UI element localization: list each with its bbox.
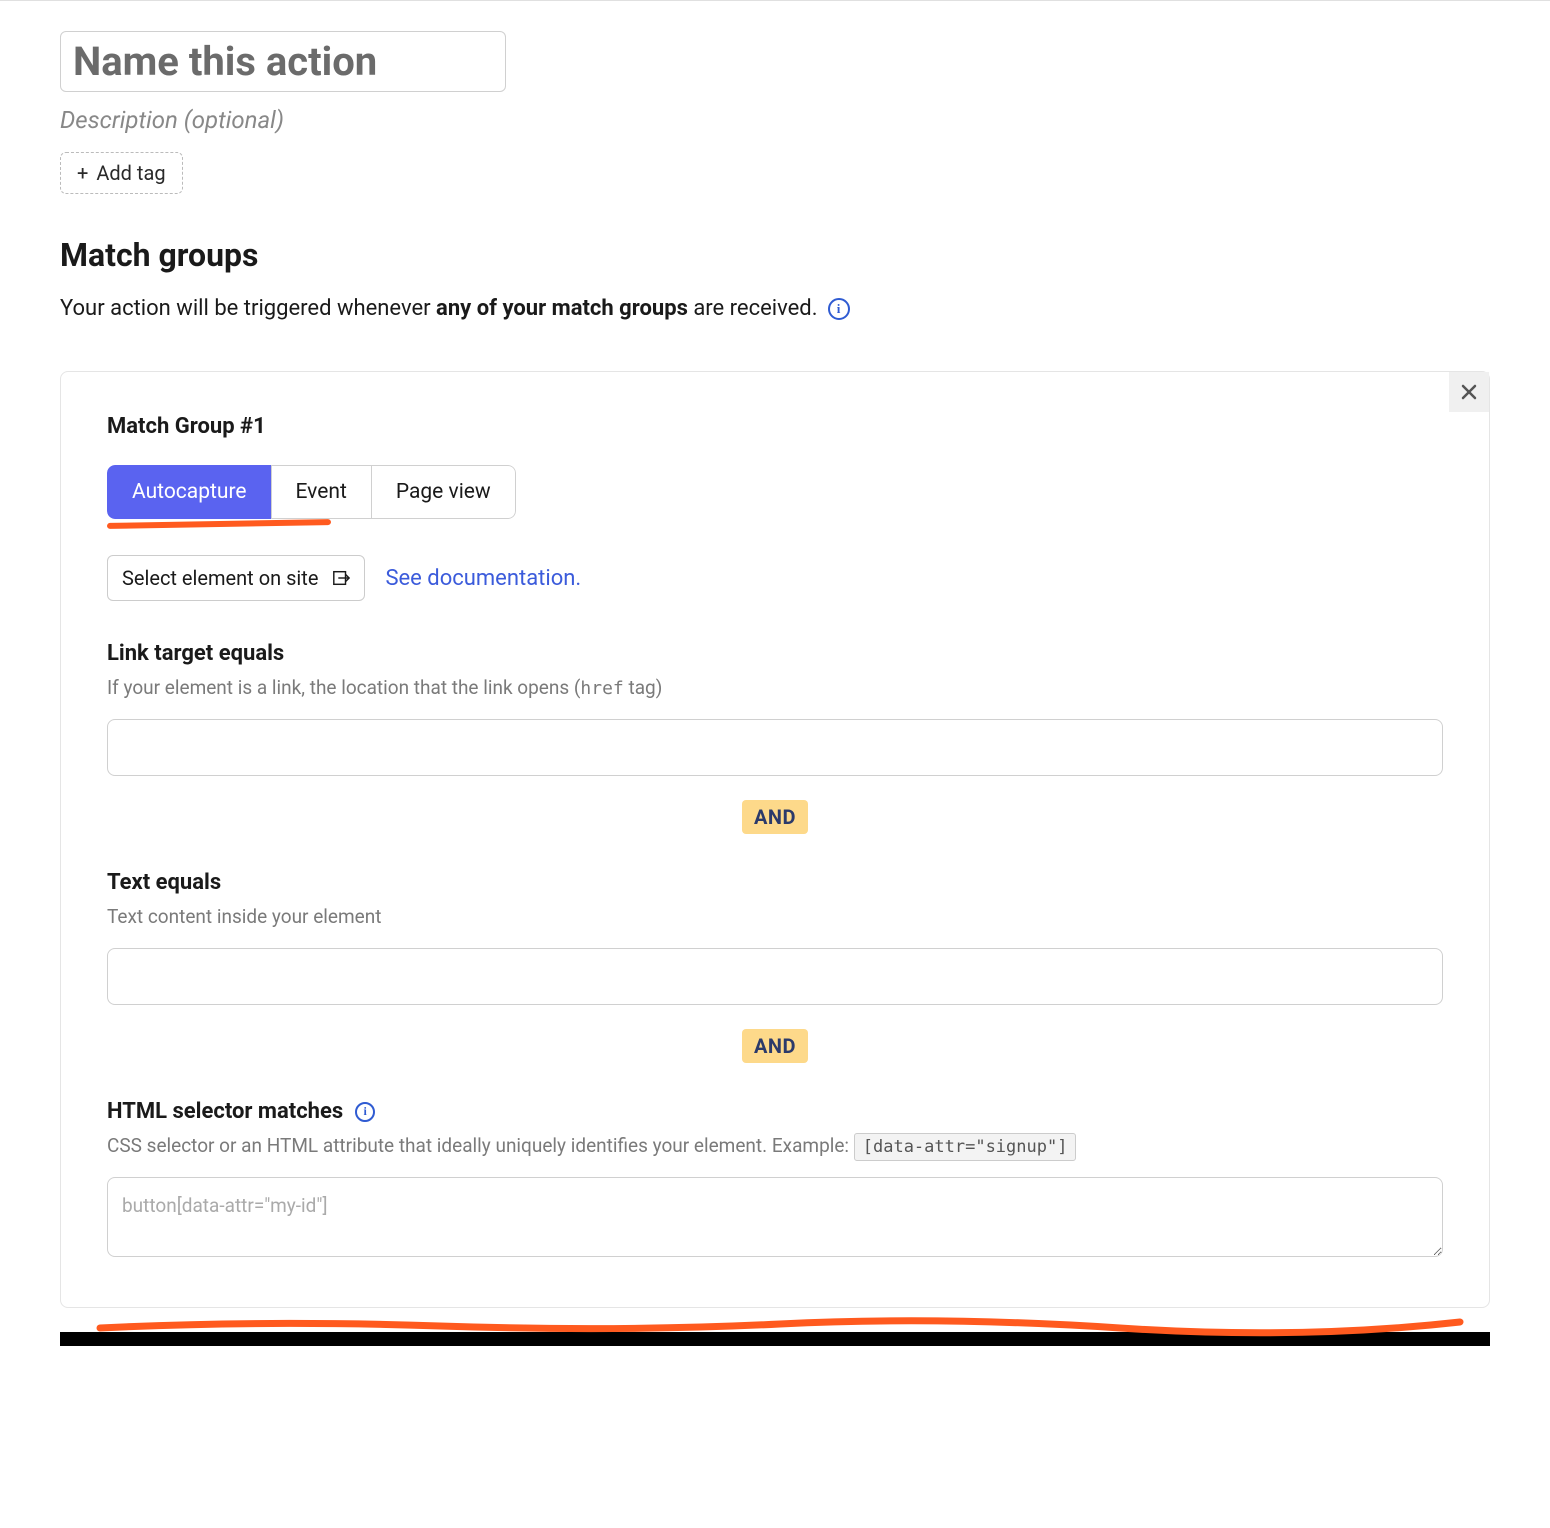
info-icon[interactable]: i: [828, 298, 850, 320]
add-tag-label: Add tag: [96, 161, 165, 185]
and-operator: AND: [742, 1029, 808, 1063]
text-equals-help: Text content inside your element: [107, 905, 1443, 928]
html-selector-help: CSS selector or an HTML attribute that i…: [107, 1134, 1443, 1157]
select-element-button[interactable]: Select element on site: [107, 555, 365, 601]
html-selector-label: HTML selector matches i: [107, 1099, 1443, 1124]
link-target-input[interactable]: [107, 719, 1443, 776]
info-icon[interactable]: i: [355, 1102, 375, 1122]
tab-event[interactable]: Event: [271, 465, 372, 519]
text-equals-input[interactable]: [107, 948, 1443, 1005]
tab-autocapture[interactable]: Autocapture: [107, 465, 272, 519]
documentation-link[interactable]: See documentation.: [385, 566, 581, 591]
plus-icon: +: [77, 163, 88, 183]
text-equals-label: Text equals: [107, 870, 1443, 895]
add-tag-button[interactable]: + Add tag: [60, 152, 183, 194]
match-group-title: Match Group #1: [107, 414, 1443, 439]
close-group-button[interactable]: [1449, 372, 1489, 412]
export-icon: [332, 569, 350, 587]
action-name-input[interactable]: [60, 31, 506, 92]
action-description-input[interactable]: [60, 106, 460, 134]
tab-pageview[interactable]: Page view: [371, 465, 516, 519]
annotation-underline: [60, 1316, 1490, 1346]
and-operator: AND: [742, 800, 808, 834]
match-type-tabs: Autocapture Event Page view: [107, 465, 516, 519]
link-target-help: If your element is a link, the location …: [107, 676, 1443, 699]
html-selector-input[interactable]: [107, 1177, 1443, 1257]
match-group-card: Match Group #1 Autocapture Event Page vi…: [60, 371, 1490, 1308]
field-link-target: Link target equals If your element is a …: [107, 641, 1443, 776]
field-text-equals: Text equals Text content inside your ele…: [107, 870, 1443, 1005]
link-target-label: Link target equals: [107, 641, 1443, 666]
match-groups-description: Your action will be triggered whenever a…: [60, 296, 1490, 321]
select-element-label: Select element on site: [122, 566, 318, 590]
field-html-selector: HTML selector matches i CSS selector or …: [107, 1099, 1443, 1261]
match-groups-title: Match groups: [60, 236, 1490, 274]
annotation-underline: [107, 519, 331, 529]
close-icon: [1460, 383, 1478, 401]
